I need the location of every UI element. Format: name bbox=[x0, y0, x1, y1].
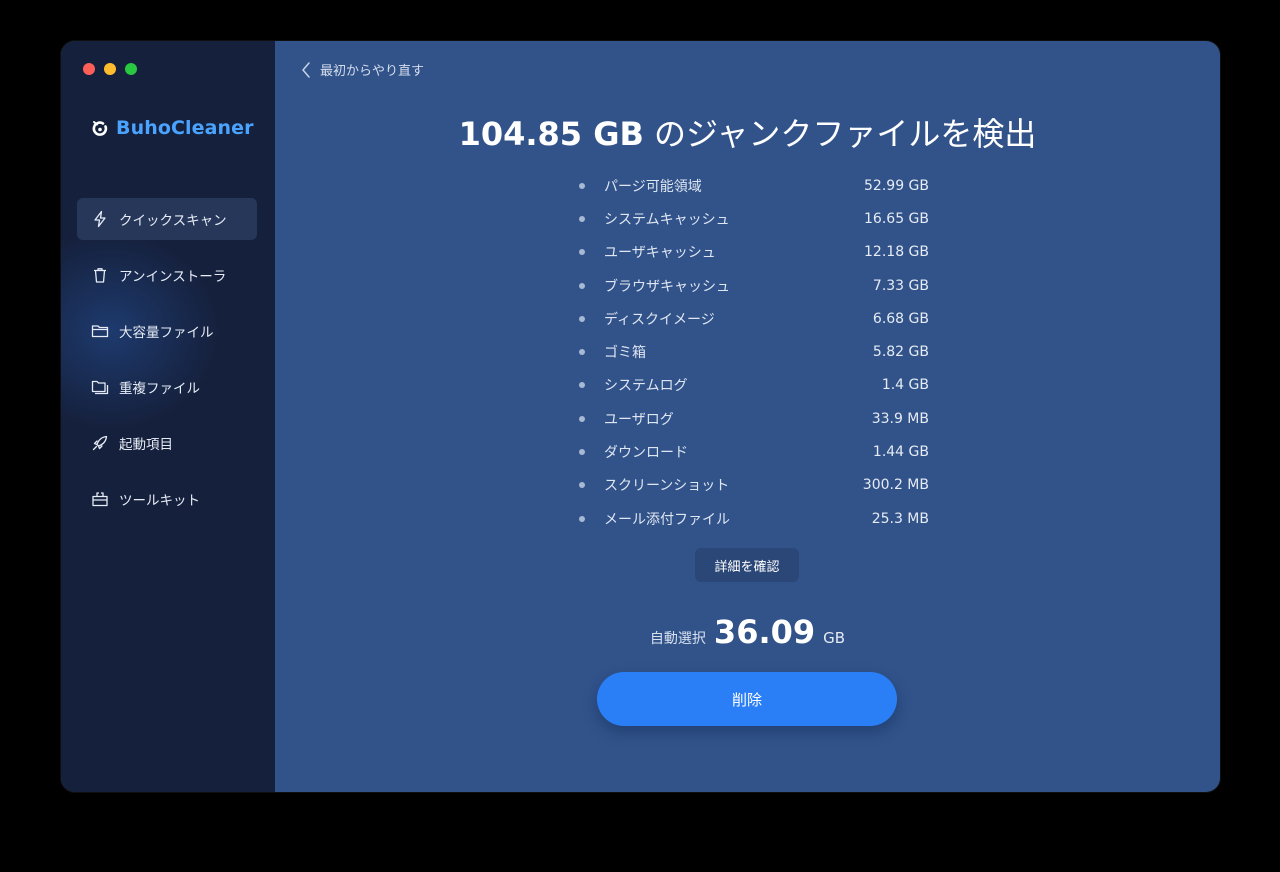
bullet-icon bbox=[579, 282, 585, 289]
page-title: 104.85 GB のジャンクファイルを検出 bbox=[275, 109, 1220, 155]
auto-select-unit: GB bbox=[823, 629, 846, 647]
app-window: BuhoCleaner クイックスキャン アンインストーラ 大容量ファイル 重複… bbox=[61, 41, 1220, 792]
title-text: のジャンクファイルを検出 bbox=[654, 115, 1037, 153]
bullet-icon bbox=[579, 315, 585, 322]
bullet-icon bbox=[579, 482, 585, 489]
zoom-window-button[interactable] bbox=[125, 63, 137, 75]
category-size: 16.65 GB bbox=[864, 210, 929, 227]
list-item: メール添付ファイル 25.3 MB bbox=[579, 502, 929, 535]
sidebar-item-toolkit[interactable]: ツールキット bbox=[77, 478, 257, 520]
minimize-window-button[interactable] bbox=[104, 63, 116, 75]
list-item: ユーザログ 33.9 MB bbox=[579, 402, 929, 435]
main-panel: 最初からやり直す 104.85 GB のジャンクファイルを検出 パージ可能領域 5… bbox=[275, 41, 1220, 792]
toolbox-icon bbox=[91, 490, 109, 508]
category-size: 300.2 MB bbox=[862, 477, 929, 494]
bullet-icon bbox=[579, 449, 585, 456]
sidebar-item-large-files[interactable]: 大容量ファイル bbox=[77, 310, 257, 352]
category-label: システムキャッシュ bbox=[604, 211, 730, 228]
list-item: スクリーンショット 300.2 MB bbox=[579, 469, 929, 502]
category-label: メール添付ファイル bbox=[604, 511, 730, 528]
bullet-icon bbox=[579, 215, 585, 222]
list-item: ディスクイメージ 6.68 GB bbox=[579, 302, 929, 335]
list-item: ユーザキャッシュ 12.18 GB bbox=[579, 236, 929, 269]
trash-icon bbox=[91, 266, 109, 284]
brand: BuhoCleaner bbox=[90, 117, 254, 139]
sidebar-item-uninstaller[interactable]: アンインストーラ bbox=[77, 254, 257, 296]
junk-category-list: パージ可能領域 52.99 GB システムキャッシュ 16.65 GB ユーザキャッ… bbox=[579, 169, 929, 535]
back-button-label: 最初からやり直す bbox=[320, 64, 425, 79]
sidebar-item-label: ツールキット bbox=[119, 493, 200, 509]
lightning-icon bbox=[91, 210, 109, 228]
sidebar-nav: クイックスキャン アンインストーラ 大容量ファイル 重複ファイル 起動項目 ツー… bbox=[77, 198, 257, 534]
list-item: システムキャッシュ 16.65 GB bbox=[579, 202, 929, 235]
category-label: スクリーンショット bbox=[604, 478, 730, 495]
bullet-icon bbox=[579, 515, 585, 522]
duplicate-folder-icon bbox=[91, 378, 109, 396]
sidebar-item-quick-scan[interactable]: クイックスキャン bbox=[77, 198, 257, 240]
close-window-button[interactable] bbox=[83, 63, 95, 75]
list-item: パージ可能領域 52.99 GB bbox=[579, 169, 929, 202]
bullet-icon bbox=[579, 415, 585, 422]
category-label: ゴミ箱 bbox=[604, 345, 646, 362]
category-label: システムログ bbox=[604, 378, 688, 395]
category-size: 52.99 GB bbox=[864, 177, 929, 194]
list-item: ダウンロード 1.44 GB bbox=[579, 435, 929, 468]
sidebar-item-duplicate-files[interactable]: 重複ファイル bbox=[77, 366, 257, 408]
bullet-icon bbox=[579, 182, 585, 189]
window-controls bbox=[83, 63, 137, 75]
sidebar-item-label: クイックスキャン bbox=[119, 213, 227, 229]
category-size: 1.44 GB bbox=[872, 444, 929, 461]
list-item: ゴミ箱 5.82 GB bbox=[579, 335, 929, 368]
category-size: 12.18 GB bbox=[864, 244, 929, 261]
sidebar-item-label: 重複ファイル bbox=[119, 381, 200, 397]
folder-icon bbox=[91, 322, 109, 340]
category-size: 33.9 MB bbox=[871, 410, 929, 427]
owl-logo-icon bbox=[90, 118, 110, 138]
category-label: ユーザログ bbox=[604, 411, 674, 428]
bullet-icon bbox=[579, 249, 585, 256]
category-label: ユーザキャッシュ bbox=[604, 245, 716, 262]
sidebar-item-label: 起動項目 bbox=[119, 437, 173, 453]
sidebar: BuhoCleaner クイックスキャン アンインストーラ 大容量ファイル 重複… bbox=[61, 41, 275, 792]
delete-button[interactable]: 削除 bbox=[597, 672, 897, 726]
sidebar-item-startup-items[interactable]: 起動項目 bbox=[77, 422, 257, 464]
auto-select-label: 自動選択 bbox=[649, 631, 706, 647]
bullet-icon bbox=[579, 382, 585, 389]
category-label: パージ可能領域 bbox=[604, 178, 702, 195]
auto-select-summary: 自動選択 36.09 GB bbox=[275, 613, 1220, 651]
back-button[interactable]: 最初からやり直す bbox=[300, 60, 424, 79]
chevron-left-icon bbox=[302, 61, 310, 78]
category-label: ディスクイメージ bbox=[604, 311, 715, 328]
category-label: ダウンロード bbox=[604, 445, 688, 462]
bullet-icon bbox=[579, 349, 585, 356]
sidebar-item-label: 大容量ファイル bbox=[119, 325, 214, 341]
auto-select-value: 36.09 bbox=[713, 613, 816, 651]
category-size: 1.4 GB bbox=[881, 377, 929, 394]
brand-name: BuhoCleaner bbox=[116, 117, 254, 139]
rocket-icon bbox=[91, 434, 109, 452]
category-size: 5.82 GB bbox=[872, 344, 929, 361]
category-size: 6.68 GB bbox=[872, 310, 929, 327]
category-size: 7.33 GB bbox=[872, 277, 929, 294]
category-label: ブラウザキャッシュ bbox=[604, 278, 730, 295]
view-details-button[interactable]: 詳細を確認 bbox=[695, 548, 799, 582]
sidebar-item-label: アンインストーラ bbox=[119, 269, 227, 285]
junk-total-size: 104.85 GB bbox=[458, 115, 644, 153]
list-item: ブラウザキャッシュ 7.33 GB bbox=[579, 269, 929, 302]
list-item: システムログ 1.4 GB bbox=[579, 369, 929, 402]
category-size: 25.3 MB bbox=[871, 510, 929, 527]
